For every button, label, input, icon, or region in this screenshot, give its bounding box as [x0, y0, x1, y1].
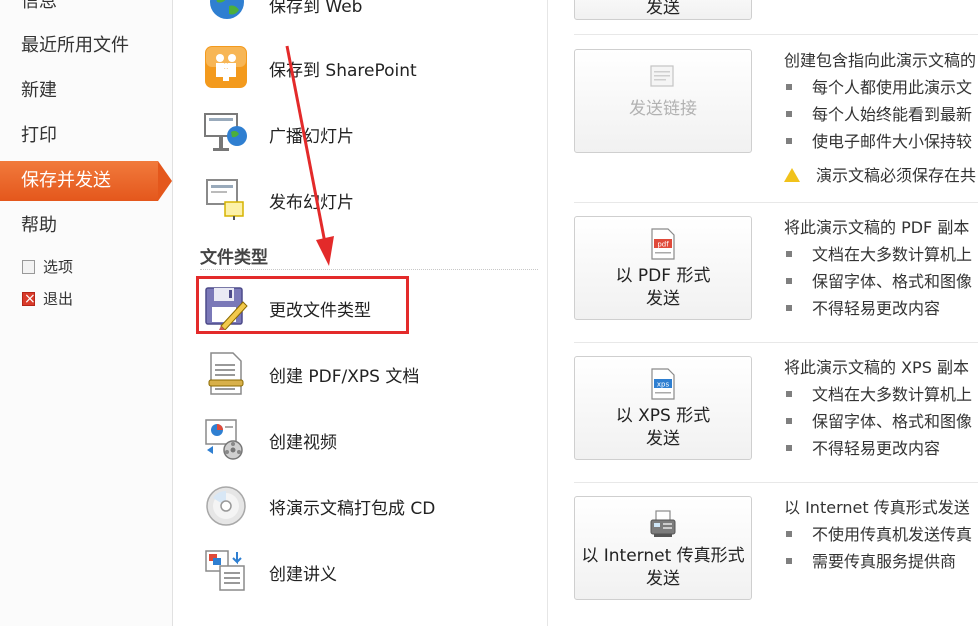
pdf-icon: pdf — [651, 228, 675, 260]
fax-description: 以 Internet 传真形式发送 — [784, 498, 970, 517]
bullet-text: 保留字体、格式和图像 — [812, 412, 973, 431]
bullet-icon — [786, 138, 792, 144]
send-options-panel: 发送 发送链接 创建包含指向此演示文稿的 每个人都使用此演示文 每个人始终能看到… — [548, 0, 978, 626]
send-as-xps-button[interactable]: xps 以 XPS 形式 发送 — [574, 356, 752, 460]
warning-icon — [784, 168, 800, 182]
bullet-icon — [786, 391, 792, 397]
bullet-icon — [786, 278, 792, 284]
send-link-bullet: 每个人都使用此演示文 — [786, 74, 972, 98]
bullet-text: 文档在大多数计算机上 — [812, 245, 973, 264]
fax-bullet: 不使用传真机发送传真 — [786, 521, 972, 545]
send-button[interactable]: 发送 — [574, 0, 752, 20]
send-link-description: 创建包含指向此演示文稿的 — [784, 51, 977, 70]
bullet-text: 不使用传真机发送传真 — [812, 525, 973, 544]
send-as-pdf-button[interactable]: pdf 以 PDF 形式 发送 — [574, 216, 752, 320]
send-button-label: 发送 — [646, 0, 680, 18]
bullet-text: 每个人都使用此演示文 — [812, 78, 973, 97]
pdf-bullet: 不得轻易更改内容 — [786, 295, 940, 319]
bullet-icon — [786, 418, 792, 424]
bullet-text: 不得轻易更改内容 — [812, 299, 941, 318]
bullet-text: 文档在大多数计算机上 — [812, 385, 973, 404]
warning-text: 演示文稿必须保存在共 — [816, 166, 977, 185]
send-link-label: 发送链接 — [629, 99, 697, 119]
send-as-pdf-line2: 发送 — [646, 289, 680, 309]
bullet-text: 需要传真服务提供商 — [812, 552, 957, 571]
xps-bullet: 保留字体、格式和图像 — [786, 408, 972, 432]
send-link-button[interactable]: 发送链接 — [574, 49, 752, 153]
svg-text:pdf: pdf — [657, 241, 669, 249]
xps-description: 将此演示文稿的 XPS 副本 — [784, 358, 969, 377]
bullet-icon — [786, 305, 792, 311]
bullet-text: 不得轻易更改内容 — [812, 439, 941, 458]
send-link-warning: 演示文稿必须保存在共 — [784, 162, 976, 186]
bullet-icon — [786, 531, 792, 537]
bullet-text: 保留字体、格式和图像 — [812, 272, 973, 291]
send-link-bullet: 每个人始终能看到最新 — [786, 101, 972, 125]
send-link-bullet: 使电子邮件大小保持较 — [786, 128, 972, 152]
fax-icon — [650, 510, 676, 537]
bullet-text: 每个人始终能看到最新 — [812, 105, 973, 124]
svg-text:xps: xps — [657, 381, 670, 389]
xps-bullet: 文档在大多数计算机上 — [786, 381, 972, 405]
xps-icon: xps — [651, 368, 675, 400]
pdf-description: 将此演示文稿的 PDF 副本 — [784, 218, 970, 237]
separator — [574, 482, 978, 483]
bullet-icon — [786, 111, 792, 117]
separator — [574, 202, 978, 203]
send-as-xps-line2: 发送 — [646, 429, 680, 449]
bullet-icon — [786, 84, 792, 90]
send-link-icon — [650, 65, 674, 87]
send-as-xps-line1: 以 XPS 形式 — [615, 406, 711, 426]
pdf-bullet: 文档在大多数计算机上 — [786, 241, 972, 265]
fax-bullet: 需要传真服务提供商 — [786, 548, 956, 572]
pdf-bullet: 保留字体、格式和图像 — [786, 268, 972, 292]
send-as-internet-fax-button[interactable]: 以 Internet 传真形式 发送 — [574, 496, 752, 600]
bullet-text: 使电子邮件大小保持较 — [812, 132, 973, 151]
separator — [574, 34, 978, 35]
send-as-fax-line1: 以 Internet 传真形式 — [581, 546, 745, 566]
send-as-fax-line2: 发送 — [646, 569, 680, 589]
bullet-icon — [786, 251, 792, 257]
xps-bullet: 不得轻易更改内容 — [786, 435, 940, 459]
separator — [574, 342, 978, 343]
bullet-icon — [786, 558, 792, 564]
send-as-pdf-line1: 以 PDF 形式 — [615, 266, 711, 286]
bullet-icon — [786, 445, 792, 451]
